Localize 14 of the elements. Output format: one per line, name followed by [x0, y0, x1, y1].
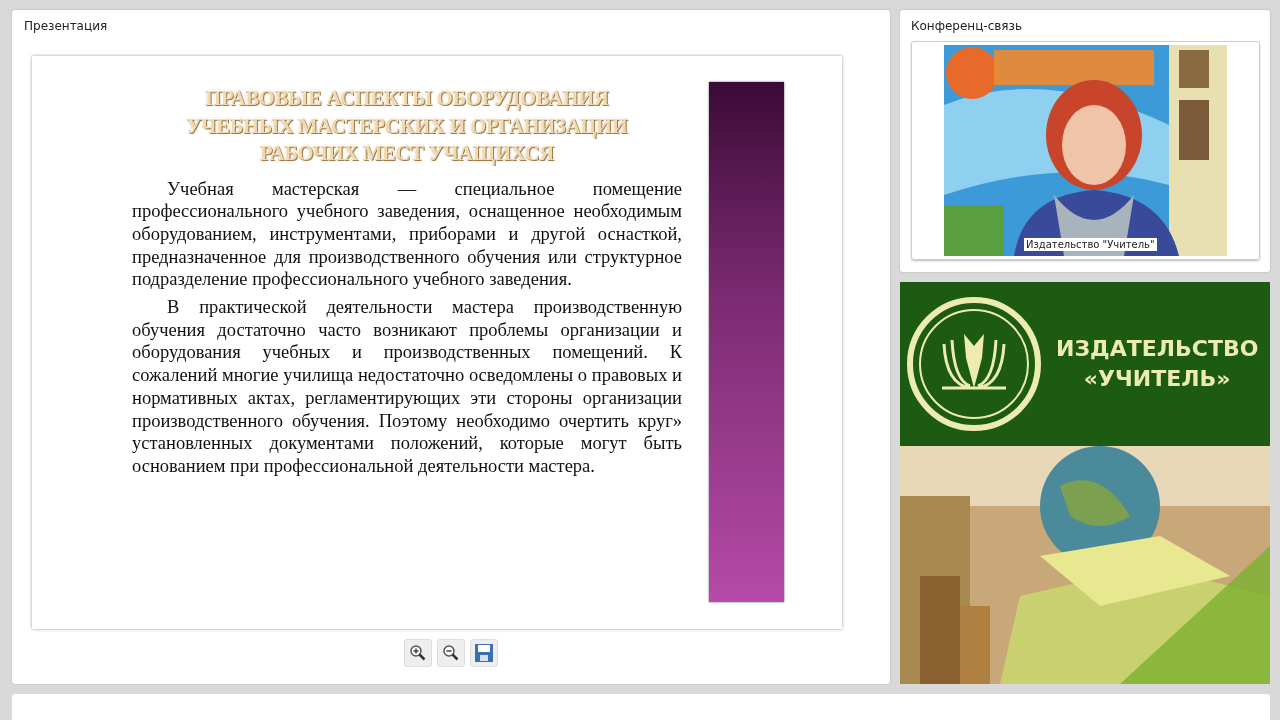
publisher-name: ИЗДАТЕЛЬСТВО «УЧИТЕЛЬ» [1056, 335, 1259, 393]
zoom-in-button[interactable] [404, 639, 432, 667]
slide-paragraph: В практической деятельности мастера производственную обучения достаточно часто возникают проблемы организации и оборудования учебных и производственных помещений. К сожалений многие училища недостаточно осведомлены о правовых и нормативных актах, регламентирующих эти стороны организации производственного обучения. Поэтому необходимо очертить круг» установленных документами положений, которые могут быть основанием при профессиональной деятельности мастера. [132, 296, 682, 478]
panel-title: Конференц-связь [911, 19, 1024, 35]
zoom-out-button[interactable] [437, 639, 465, 667]
panel-title: Презентация [23, 19, 109, 35]
book-logo-icon [906, 296, 1042, 432]
slide-heading: ПРАВОВЫЕ АСПЕКТЫ ОБОРУДОВАНИЯ УЧЕБНЫХ МАСТЕРСКИХ И ОРГАНИЗАЦИИ РАБОЧИХ МЕСТ УЧАЩИХСЯ [185, 86, 629, 167]
save-icon [474, 643, 494, 663]
zoom-in-icon [409, 644, 427, 662]
video-caption: Издательство "Учитель" [1024, 238, 1157, 251]
save-button[interactable] [470, 639, 498, 667]
zoom-out-icon [442, 644, 460, 662]
slide-paragraph: Учебная мастерская — специальное помещение профессионального учебного заведения, оснащенное необходимым оборудованием, инструментами, приборами и другой оснасткой, предназначенное для производственного обучения или структурное подразделение профессионального учебного заведения. [132, 177, 682, 291]
